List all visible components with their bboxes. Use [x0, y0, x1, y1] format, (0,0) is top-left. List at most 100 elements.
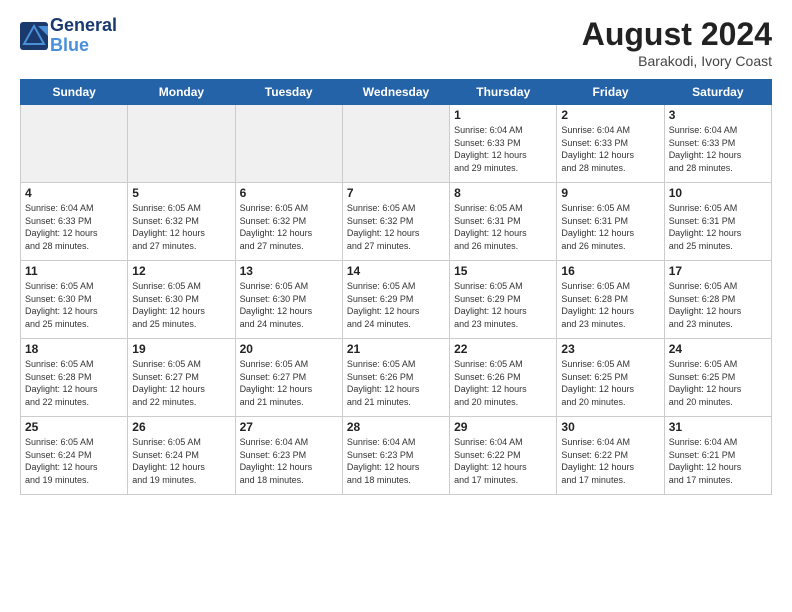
header-thursday: Thursday — [450, 80, 557, 105]
table-row: 22Sunrise: 6:05 AM Sunset: 6:26 PM Dayli… — [450, 339, 557, 417]
day-number: 29 — [454, 420, 552, 434]
day-info: Sunrise: 6:05 AM Sunset: 6:31 PM Dayligh… — [561, 202, 659, 252]
table-row: 4 Sunrise: 6:04 AM Sunset: 6:33 PM Daylig… — [21, 183, 128, 261]
table-row: 29 Sunrise: 6:04 AM Sunset: 6:22 PM Dayli… — [450, 417, 557, 495]
day-number: 20 — [240, 342, 338, 356]
table-row: 30 Sunrise: 6:04 AM Sunset: 6:22 PM Dayli… — [557, 417, 664, 495]
table-row: 6 Sunrise: 6:05 AM Sunset: 6:32 PM Daylig… — [235, 183, 342, 261]
day-number: 1 — [454, 108, 552, 122]
table-row: 3 Sunrise: 6:04 AM Sunset: 6:33 PM Daylig… — [664, 105, 771, 183]
day-number: 2 — [561, 108, 659, 122]
day-info: Sunrise: 6:05 AM Sunset: 6:32 PM Dayligh… — [240, 202, 338, 252]
table-row: 21 Sunrise: 6:05 AM Sunset: 6:26 PM Dayli… — [342, 339, 449, 417]
table-row — [128, 105, 235, 183]
day-info: Sunrise: 6:05 AM Sunset: 6:25 PM Dayligh… — [561, 358, 659, 408]
day-info: Sunrise: 6:04 AM Sunset: 6:22 PM Dayligh… — [454, 436, 552, 486]
header-sunday: Sunday — [21, 80, 128, 105]
table-row: 15 Sunrise: 6:05 AM Sunset: 6:29 PM Dayli… — [450, 261, 557, 339]
day-info: Sunrise: 6:05 AM Sunset: 6:30 PM Dayligh… — [25, 280, 123, 330]
table-row: 23 Sunrise: 6:05 AM Sunset: 6:25 PM Dayli… — [557, 339, 664, 417]
calendar-week-row: 1 Sunrise: 6:04 AM Sunset: 6:33 PM Daylig… — [21, 105, 772, 183]
day-info: Sunrise: 6:05 AM Sunset: 6:24 PM Dayligh… — [132, 436, 230, 486]
day-number: 25 — [25, 420, 123, 434]
location: Barakodi, Ivory Coast — [582, 53, 772, 69]
table-row: 20 Sunrise: 6:05 AM Sunset: 6:27 PM Dayli… — [235, 339, 342, 417]
table-row: 5Sunrise: 6:05 AM Sunset: 6:32 PM Daylig… — [128, 183, 235, 261]
day-number: 13 — [240, 264, 338, 278]
day-number: 22 — [454, 342, 552, 356]
table-row: 18Sunrise: 6:05 AM Sunset: 6:28 PM Dayli… — [21, 339, 128, 417]
day-info: Sunrise: 6:05 AM Sunset: 6:26 PM Dayligh… — [347, 358, 445, 408]
table-row: 1 Sunrise: 6:04 AM Sunset: 6:33 PM Daylig… — [450, 105, 557, 183]
day-info: Sunrise: 6:04 AM Sunset: 6:23 PM Dayligh… — [347, 436, 445, 486]
day-info: Sunrise: 6:04 AM Sunset: 6:33 PM Dayligh… — [454, 124, 552, 174]
day-info: Sunrise: 6:04 AM Sunset: 6:21 PM Dayligh… — [669, 436, 767, 486]
day-number: 15 — [454, 264, 552, 278]
day-number: 9 — [561, 186, 659, 200]
table-row: 2Sunrise: 6:04 AM Sunset: 6:33 PM Daylig… — [557, 105, 664, 183]
day-number: 21 — [347, 342, 445, 356]
day-number: 30 — [561, 420, 659, 434]
day-info: Sunrise: 6:04 AM Sunset: 6:23 PM Dayligh… — [240, 436, 338, 486]
day-number: 5 — [132, 186, 230, 200]
day-number: 23 — [561, 342, 659, 356]
table-row: 19Sunrise: 6:05 AM Sunset: 6:27 PM Dayli… — [128, 339, 235, 417]
table-row — [235, 105, 342, 183]
calendar-week-row: 4 Sunrise: 6:04 AM Sunset: 6:33 PM Daylig… — [21, 183, 772, 261]
calendar-week-row: 25 Sunrise: 6:05 AM Sunset: 6:24 PM Dayli… — [21, 417, 772, 495]
day-info: Sunrise: 6:04 AM Sunset: 6:33 PM Dayligh… — [669, 124, 767, 174]
day-info: Sunrise: 6:05 AM Sunset: 6:28 PM Dayligh… — [25, 358, 123, 408]
header-wednesday: Wednesday — [342, 80, 449, 105]
table-row: 31 Sunrise: 6:04 AM Sunset: 6:21 PM Dayli… — [664, 417, 771, 495]
day-number: 11 — [25, 264, 123, 278]
calendar-week-row: 18Sunrise: 6:05 AM Sunset: 6:28 PM Dayli… — [21, 339, 772, 417]
logo-icon — [20, 22, 48, 50]
day-info: Sunrise: 6:05 AM Sunset: 6:24 PM Dayligh… — [25, 436, 123, 486]
table-row: 26 Sunrise: 6:05 AM Sunset: 6:24 PM Dayli… — [128, 417, 235, 495]
day-number: 26 — [132, 420, 230, 434]
day-info: Sunrise: 6:05 AM Sunset: 6:31 PM Dayligh… — [454, 202, 552, 252]
table-row: 16Sunrise: 6:05 AM Sunset: 6:28 PM Dayli… — [557, 261, 664, 339]
table-row: 8 Sunrise: 6:05 AM Sunset: 6:31 PM Daylig… — [450, 183, 557, 261]
day-number: 16 — [561, 264, 659, 278]
day-number: 31 — [669, 420, 767, 434]
day-info: Sunrise: 6:05 AM Sunset: 6:29 PM Dayligh… — [454, 280, 552, 330]
header: General Blue August 2024 Barakodi, Ivory… — [20, 16, 772, 69]
day-number: 3 — [669, 108, 767, 122]
table-row: 9 Sunrise: 6:05 AM Sunset: 6:31 PM Daylig… — [557, 183, 664, 261]
header-monday: Monday — [128, 80, 235, 105]
table-row — [342, 105, 449, 183]
day-info: Sunrise: 6:04 AM Sunset: 6:22 PM Dayligh… — [561, 436, 659, 486]
table-row: 28Sunrise: 6:04 AM Sunset: 6:23 PM Dayli… — [342, 417, 449, 495]
table-row: 27Sunrise: 6:04 AM Sunset: 6:23 PM Dayli… — [235, 417, 342, 495]
day-number: 10 — [669, 186, 767, 200]
table-row: 12Sunrise: 6:05 AM Sunset: 6:30 PM Dayli… — [128, 261, 235, 339]
day-info: Sunrise: 6:05 AM Sunset: 6:31 PM Dayligh… — [669, 202, 767, 252]
day-info: Sunrise: 6:05 AM Sunset: 6:27 PM Dayligh… — [132, 358, 230, 408]
day-info: Sunrise: 6:05 AM Sunset: 6:27 PM Dayligh… — [240, 358, 338, 408]
day-number: 6 — [240, 186, 338, 200]
day-info: Sunrise: 6:05 AM Sunset: 6:29 PM Dayligh… — [347, 280, 445, 330]
day-info: Sunrise: 6:05 AM Sunset: 6:25 PM Dayligh… — [669, 358, 767, 408]
header-saturday: Saturday — [664, 80, 771, 105]
calendar-table: Sunday Monday Tuesday Wednesday Thursday… — [20, 79, 772, 495]
month-title: August 2024 — [582, 16, 772, 53]
day-number: 8 — [454, 186, 552, 200]
logo: General Blue — [20, 16, 117, 56]
day-info: Sunrise: 6:05 AM Sunset: 6:30 PM Dayligh… — [240, 280, 338, 330]
logo-text: General Blue — [50, 16, 117, 56]
header-friday: Friday — [557, 80, 664, 105]
header-tuesday: Tuesday — [235, 80, 342, 105]
table-row: 14Sunrise: 6:05 AM Sunset: 6:29 PM Dayli… — [342, 261, 449, 339]
day-info: Sunrise: 6:04 AM Sunset: 6:33 PM Dayligh… — [25, 202, 123, 252]
day-number: 17 — [669, 264, 767, 278]
day-number: 7 — [347, 186, 445, 200]
table-row: 24Sunrise: 6:05 AM Sunset: 6:25 PM Dayli… — [664, 339, 771, 417]
table-row: 10 Sunrise: 6:05 AM Sunset: 6:31 PM Dayli… — [664, 183, 771, 261]
calendar-week-row: 11 Sunrise: 6:05 AM Sunset: 6:30 PM Dayli… — [21, 261, 772, 339]
day-info: Sunrise: 6:05 AM Sunset: 6:32 PM Dayligh… — [347, 202, 445, 252]
table-row: 11 Sunrise: 6:05 AM Sunset: 6:30 PM Dayli… — [21, 261, 128, 339]
weekday-header-row: Sunday Monday Tuesday Wednesday Thursday… — [21, 80, 772, 105]
day-number: 4 — [25, 186, 123, 200]
table-row — [21, 105, 128, 183]
